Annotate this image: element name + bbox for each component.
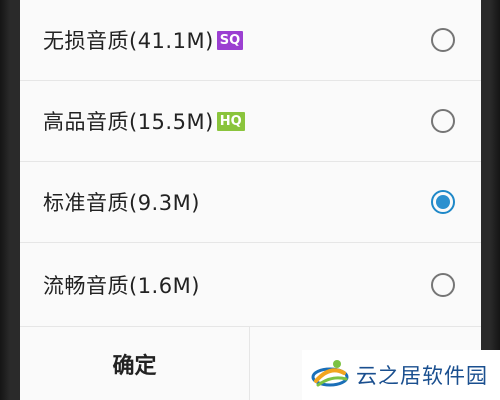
option-label: 标准音质(9.3M): [43, 191, 200, 215]
option-lossless[interactable]: 无损音质(41.1M) SQ: [20, 0, 481, 81]
radio-selected-dot: [436, 195, 450, 209]
radio-lossless[interactable]: [431, 28, 455, 52]
radio-smooth[interactable]: [431, 272, 455, 297]
confirm-button[interactable]: 确定: [20, 327, 250, 400]
radio-standard-selected[interactable]: [431, 190, 455, 214]
option-label-group: 标准音质(9.3M): [43, 187, 200, 217]
watermark-logo-icon: [311, 360, 349, 387]
screen: 无损音质(41.1M) SQ 高品音质(15.5M) HQ 标准音质(9.3M)…: [0, 0, 500, 400]
option-smooth[interactable]: 流畅音质(1.6M): [20, 243, 481, 327]
option-label: 无损音质(41.1M): [43, 29, 214, 53]
watermark: 云之居软件园: [302, 350, 500, 400]
option-label-group: 无损音质(41.1M) SQ: [43, 25, 244, 55]
radio-high-quality[interactable]: [431, 109, 455, 133]
option-high-quality[interactable]: 高品音质(15.5M) HQ: [20, 81, 481, 162]
sq-badge: SQ: [216, 30, 244, 50]
option-standard[interactable]: 标准音质(9.3M): [20, 162, 481, 243]
watermark-text: 云之居软件园: [356, 364, 488, 388]
option-label: 流畅音质(1.6M): [43, 273, 200, 298]
option-label-group: 流畅音质(1.6M): [43, 270, 200, 300]
audio-quality-dialog: 无损音质(41.1M) SQ 高品音质(15.5M) HQ 标准音质(9.3M)…: [20, 0, 481, 400]
option-label: 高品音质(15.5M): [43, 110, 214, 134]
option-label-group: 高品音质(15.5M) HQ: [43, 106, 245, 136]
hq-badge: HQ: [216, 111, 245, 131]
